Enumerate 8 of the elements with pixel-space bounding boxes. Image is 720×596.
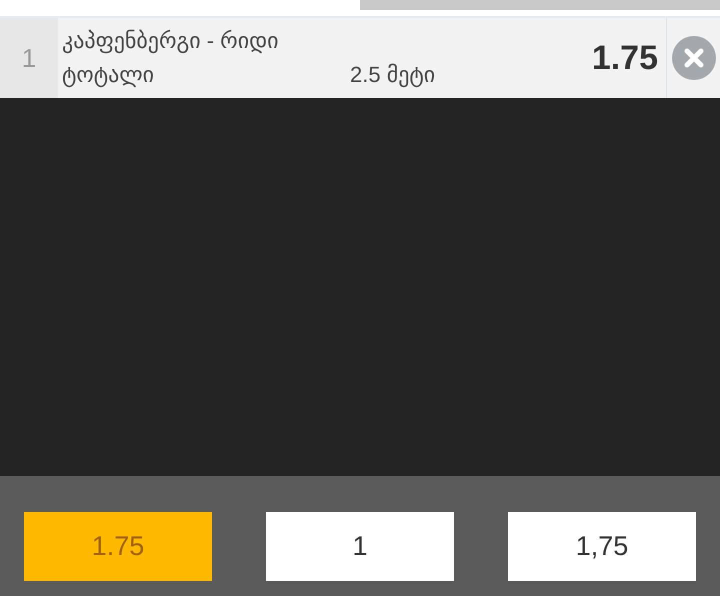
odds-option[interactable]: 1 <box>266 512 454 580</box>
market-name: ტოტალი <box>62 62 156 88</box>
selection-name: 2.5 მეტი <box>350 62 436 88</box>
match-name: კაპფენბერგი - რიდი <box>62 28 278 53</box>
close-icon[interactable] <box>672 36 716 80</box>
odds-value: 1.75 <box>592 38 659 78</box>
bet-number: 1 <box>0 18 58 98</box>
odds-option[interactable]: 1,75 <box>508 512 696 580</box>
